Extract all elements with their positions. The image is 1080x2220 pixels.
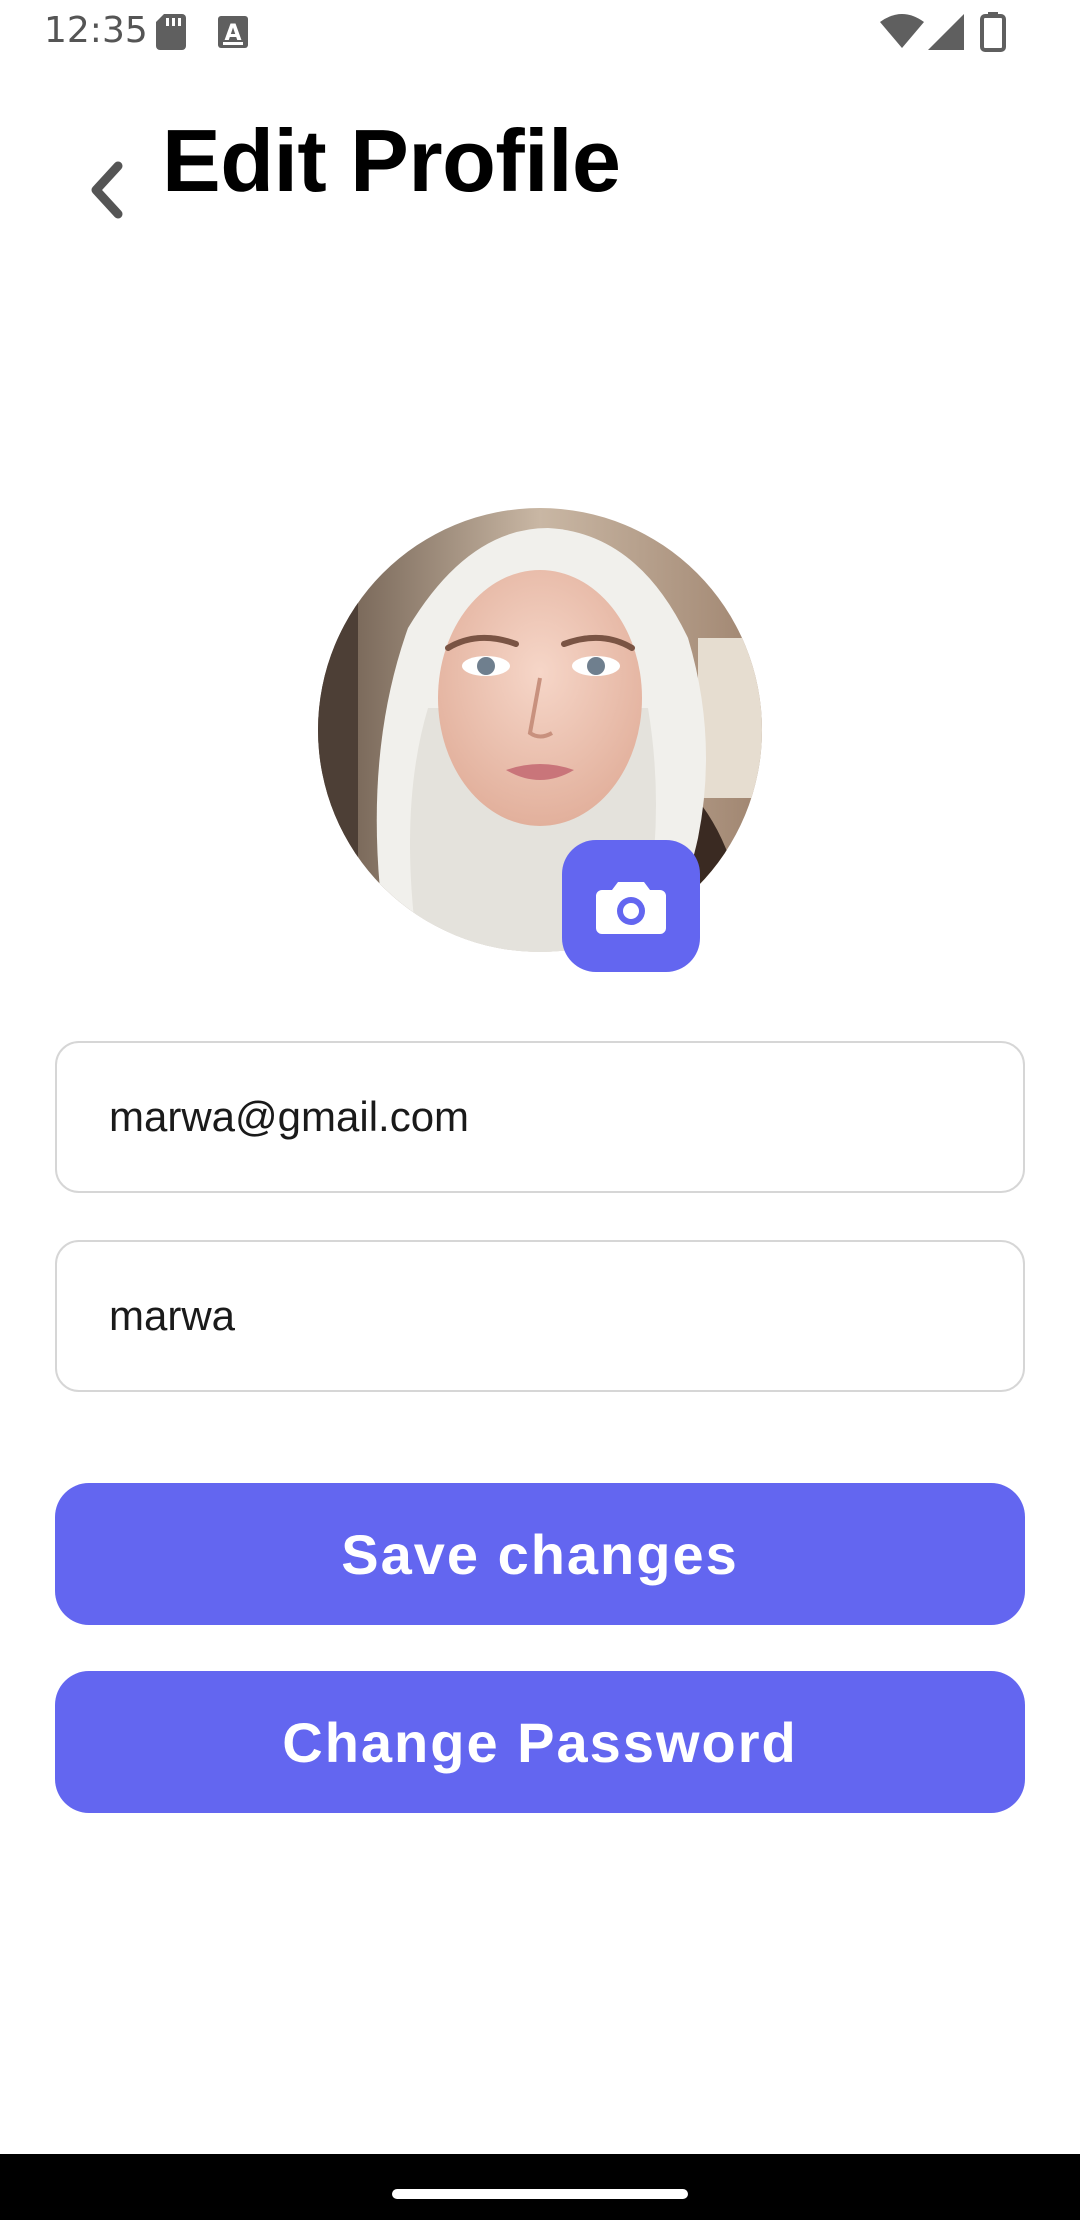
save-changes-button[interactable]: Save changes (55, 1483, 1025, 1625)
email-field[interactable] (55, 1041, 1025, 1193)
a-notification-icon: A (218, 16, 248, 48)
camera-icon (596, 882, 666, 934)
status-time: 12:35 (44, 10, 148, 51)
battery-icon (980, 12, 1006, 52)
change-photo-button[interactable] (562, 840, 700, 972)
system-nav-bar (0, 2154, 1080, 2220)
page-title: Edit Profile (162, 111, 621, 210)
back-button[interactable] (66, 150, 146, 230)
wifi-icon (880, 14, 924, 48)
name-input[interactable] (109, 1292, 1023, 1340)
name-field[interactable] (55, 1240, 1025, 1392)
status-bar: 12:35 A (0, 0, 1080, 64)
chevron-left-icon (91, 161, 123, 219)
change-password-button[interactable]: Change Password (55, 1671, 1025, 1813)
sd-card-icon (156, 14, 186, 50)
edit-profile-screen: 12:35 A Edit Profile marwa@gmail.com mar… (0, 0, 1080, 2220)
email-input[interactable] (109, 1093, 1023, 1141)
signal-icon (928, 14, 964, 50)
home-gesture-handle[interactable] (392, 2189, 688, 2199)
